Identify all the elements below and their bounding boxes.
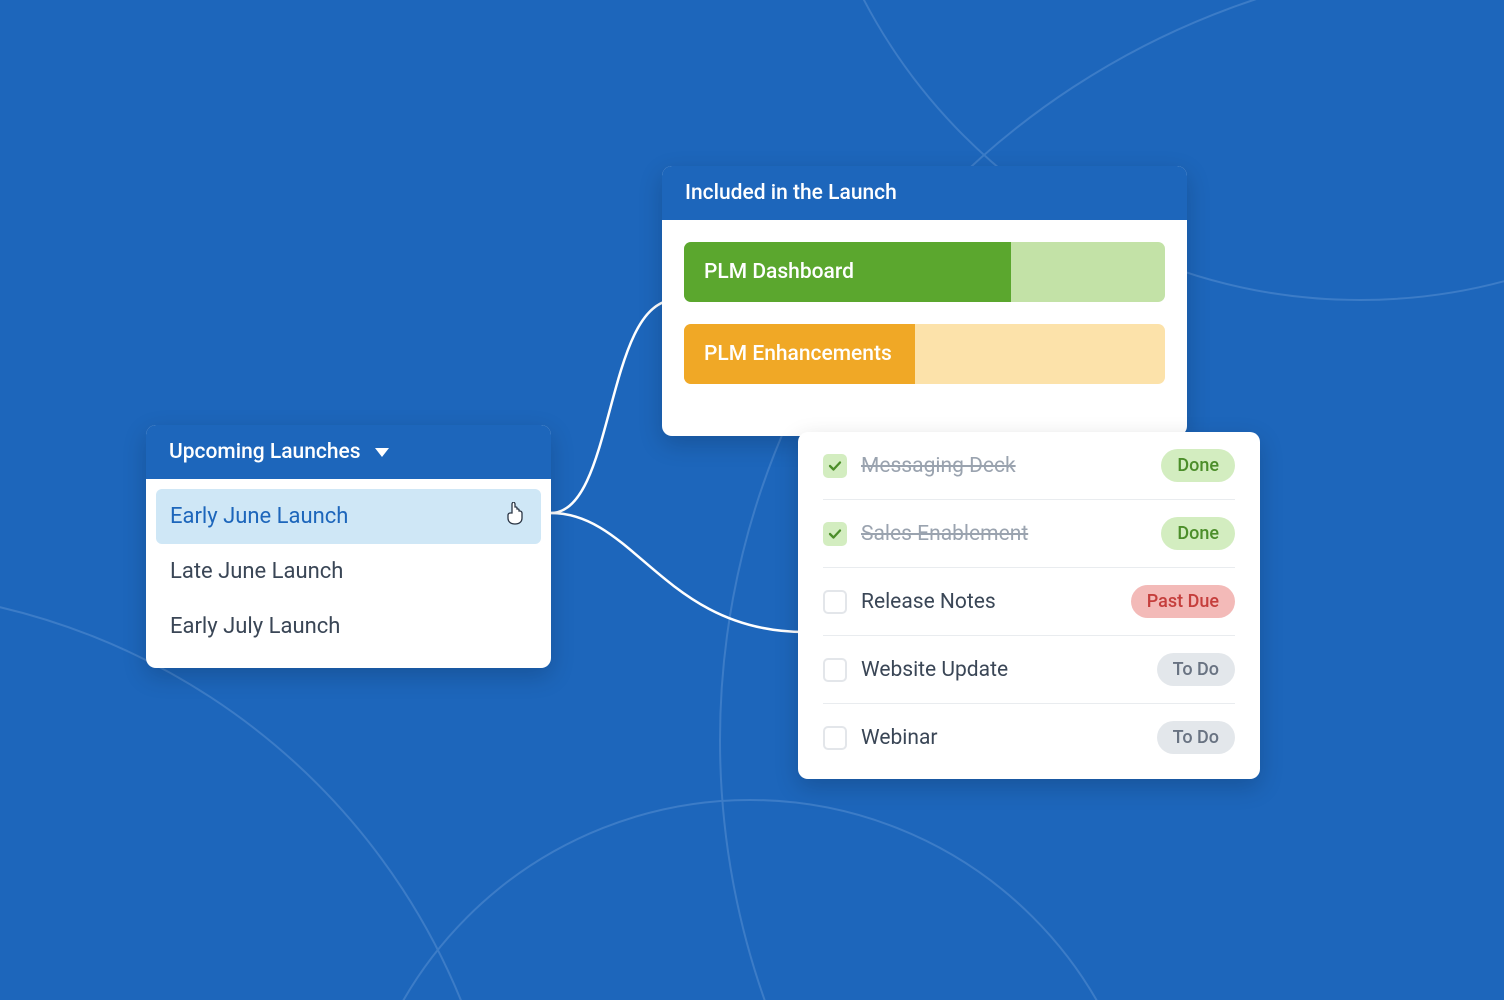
check-icon	[828, 459, 842, 473]
status-badge: Done	[1161, 449, 1235, 482]
dropdown-title: Upcoming Launches	[169, 440, 361, 464]
progress-row-plm-dashboard[interactable]: PLM Dashboard	[684, 242, 1165, 302]
progress-label: PLM Dashboard	[684, 242, 1165, 302]
launch-contents-panel: Included in the Launch PLM Dashboard PLM…	[662, 166, 1187, 436]
upcoming-launches-dropdown: Upcoming Launches Early June Launch Late…	[146, 425, 551, 668]
task-label: Sales Enablement	[861, 522, 1147, 546]
task-checkbox[interactable]	[823, 522, 847, 546]
dropdown-item-early-june[interactable]: Early June Launch	[156, 489, 541, 544]
dropdown-item-label: Early June Launch	[170, 504, 348, 529]
check-icon	[828, 527, 842, 541]
task-checkbox[interactable]	[823, 454, 847, 478]
launch-panel-title: Included in the Launch	[685, 181, 897, 205]
status-badge: Past Due	[1131, 585, 1235, 618]
chevron-down-icon	[375, 448, 389, 457]
task-row-webinar: Webinar To Do	[823, 704, 1235, 771]
dropdown-item-label: Late June Launch	[170, 559, 343, 584]
task-row-sales-enablement: Sales Enablement Done	[823, 500, 1235, 568]
launch-panel-header: Included in the Launch	[662, 166, 1187, 220]
task-row-release-notes: Release Notes Past Due	[823, 568, 1235, 636]
task-row-website-update: Website Update To Do	[823, 636, 1235, 704]
pointer-cursor-icon	[505, 502, 525, 532]
task-label: Website Update	[861, 658, 1143, 682]
task-label: Release Notes	[861, 590, 1117, 614]
task-checkbox[interactable]	[823, 726, 847, 750]
dropdown-item-early-july[interactable]: Early July Launch	[156, 599, 541, 654]
task-checkbox[interactable]	[823, 658, 847, 682]
task-checkbox[interactable]	[823, 590, 847, 614]
status-badge: Done	[1161, 517, 1235, 550]
dropdown-list: Early June Launch Late June Launch Early…	[146, 479, 551, 668]
launch-panel-body: PLM Dashboard PLM Enhancements	[662, 220, 1187, 436]
task-label: Messaging Deck	[861, 454, 1147, 478]
tasks-panel: Messaging Deck Done Sales Enablement Don…	[798, 432, 1260, 779]
status-badge: To Do	[1157, 721, 1235, 754]
task-row-messaging-deck: Messaging Deck Done	[823, 432, 1235, 500]
progress-label: PLM Enhancements	[684, 324, 1165, 384]
status-badge: To Do	[1157, 653, 1235, 686]
progress-row-plm-enhancements[interactable]: PLM Enhancements	[684, 324, 1165, 384]
dropdown-item-label: Early July Launch	[170, 614, 340, 639]
task-label: Webinar	[861, 726, 1143, 750]
dropdown-item-late-june[interactable]: Late June Launch	[156, 544, 541, 599]
dropdown-header[interactable]: Upcoming Launches	[146, 425, 551, 479]
